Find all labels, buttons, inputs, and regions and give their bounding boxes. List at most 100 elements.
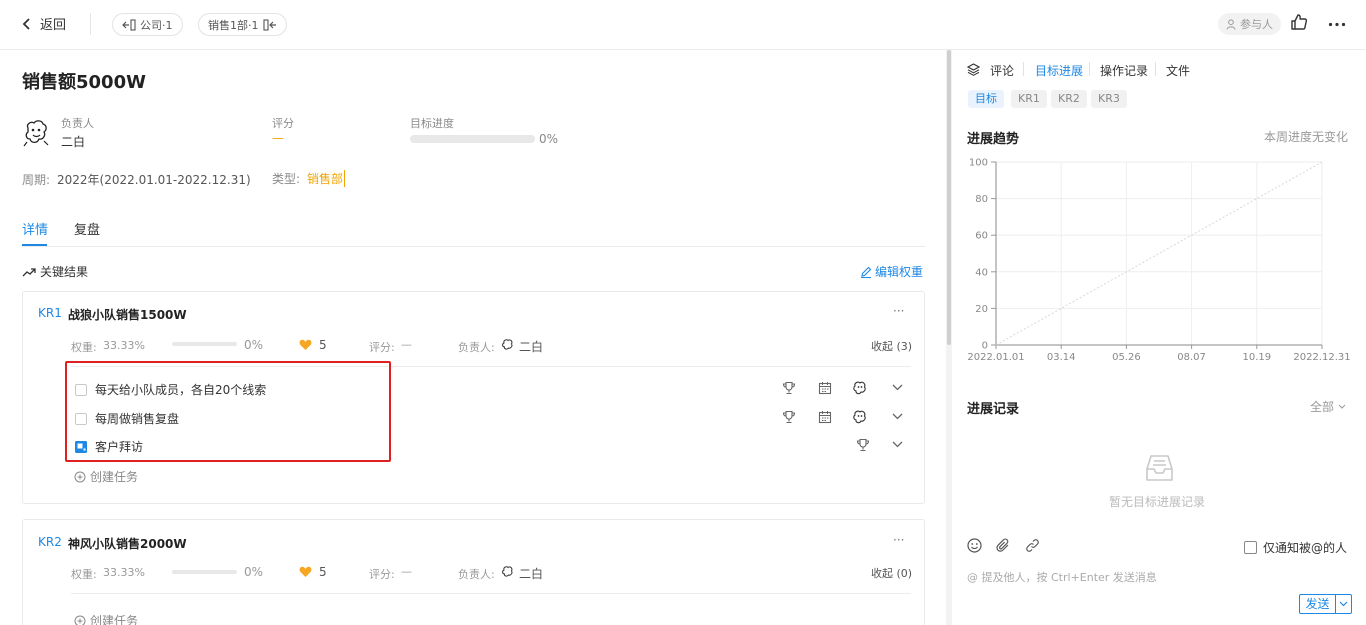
y-tick-label: 0 [982,341,988,352]
chevron-down-icon[interactable] [892,441,903,448]
tab-files[interactable]: 文件 [1166,62,1190,79]
active-tab-indicator [22,244,47,246]
owner-label: 负责人 [61,117,94,130]
heart-icon [299,339,312,350]
layers-icon [967,63,980,76]
scrollbar-thumb[interactable] [947,50,951,345]
chip-kr2[interactable]: KR2 [1051,90,1087,108]
breadcrumb-department-label: 销售1部·1 [208,18,259,32]
kr-like-count: 5 [319,565,327,579]
kr-weight-label: 权重: [71,568,97,581]
divider [1089,62,1090,76]
period-label: 周期: [22,173,51,187]
edit-weight-label: 编辑权重 [875,265,924,279]
trophy-icon[interactable] [782,410,796,424]
owner-name: 二白 [61,135,86,149]
edit-icon [861,266,872,278]
participants-label: 参与人 [1240,18,1273,31]
kr-like-button[interactable]: 5 [299,565,327,579]
create-task-label: 创建任务 [90,614,139,625]
chevron-down-icon[interactable] [892,384,903,391]
tab-comments[interactable]: 评论 [990,62,1014,79]
chevron-down-icon [1338,404,1346,409]
create-task-button[interactable]: 创建任务 [74,468,138,485]
kr-weight-value: 33.33% [103,339,145,352]
key-results-header: 关键结果 [22,263,88,280]
series-line [995,161,1323,346]
kr-more-button[interactable]: ··· [893,304,904,318]
edit-weight-button[interactable]: 编辑权重 [860,263,923,280]
send-button[interactable]: 发送 [1300,595,1336,613]
checkbox[interactable] [1244,541,1257,554]
trend-up-icon [22,267,36,276]
y-tick-label: 60 [975,231,988,242]
tab-details[interactable]: 详情 [22,219,48,238]
objective-progress-value: 0% [539,132,559,146]
kr-owner-name: 二白 [519,340,544,354]
objective-title: 销售额5000W [22,72,146,93]
detail-tabs: 详情 复盘 [22,216,925,247]
avatar-icon [23,120,49,147]
records-filter-dropdown[interactable]: 全部 [1310,398,1346,415]
trophy-icon[interactable] [856,438,870,452]
more-button[interactable] [1328,22,1346,27]
y-tick-label: 80 [975,194,988,205]
type-label: 类型: [272,172,301,186]
trophy-icon[interactable] [782,381,796,395]
assignee-avatar-icon[interactable] [852,409,868,425]
type-value[interactable]: 销售部 [307,170,346,187]
owner-avatar[interactable] [22,118,50,148]
emoji-icon[interactable] [967,538,982,553]
empty-inbox-icon [1146,455,1173,481]
calendar-icon[interactable] [818,381,832,395]
chip-kr1[interactable]: KR1 [1011,90,1047,108]
breadcrumb-company[interactable]: 公司·1 [112,13,183,36]
divider [1155,62,1156,76]
back-button[interactable]: 返回 [22,14,66,33]
create-task-button[interactable]: 创建任务 [74,612,138,625]
kr-title[interactable]: 神风小队销售2000W [68,535,187,552]
x-tick-label: 05.26 [1112,352,1141,363]
score-value: — [272,131,284,145]
kr-progress-bar [172,342,237,346]
user-icon [1226,18,1236,30]
heart-icon [299,566,312,577]
kr-like-button[interactable]: 5 [299,338,327,352]
divider [71,593,911,594]
kr-title[interactable]: 战狼小队销售1500W [68,306,187,323]
link-icon[interactable] [1025,538,1040,553]
tab-operation-log[interactable]: 操作记录 [1100,62,1148,79]
calendar-icon[interactable] [818,410,832,424]
assignee-avatar-icon[interactable] [852,380,868,396]
attachment-icon[interactable] [996,538,1011,553]
kr-collapse-toggle[interactable]: 收起 (3) [871,338,912,354]
tab-review[interactable]: 复盘 [74,219,100,238]
thumbs-up-icon [1291,14,1308,30]
send-options-button[interactable] [1336,595,1351,613]
chevron-left-icon [22,17,30,30]
trend-status: 本周进度无变化 [1264,130,1349,144]
notify-mentioned-checkbox[interactable]: 仅通知被@的人 [1244,539,1347,556]
like-button[interactable] [1290,13,1308,31]
y-tick-label: 20 [975,304,988,315]
breadcrumb-department[interactable]: 销售1部·1 [198,13,287,36]
kr-more-button[interactable]: ··· [893,533,904,547]
highlight-box [65,361,391,462]
chip-kr3[interactable]: KR3 [1091,90,1127,108]
kr-progress-value: 0% [244,338,264,352]
chip-objective[interactable]: 目标 [968,90,1004,108]
kr-weight-value: 33.33% [103,566,145,579]
kr-score-value: — [401,565,412,578]
top-bar: 返回 公司·1 销售1部·1 参与人 [0,0,1366,50]
kr-card: KR2 神风小队销售2000W ··· 权重: 33.33% 0% 5 评分: … [22,519,925,625]
collapse-right-icon [262,18,276,31]
kr-owner-name: 二白 [519,567,544,581]
kr-collapse-toggle[interactable]: 收起 (0) [871,565,912,581]
expand-left-icon [122,18,136,31]
period-value: 2022年(2022.01.01-2022.12.31) [57,173,251,187]
chevron-down-icon[interactable] [892,413,903,420]
comment-input[interactable]: @ 提及他人，按 Ctrl+Enter 发送消息 [967,569,1157,585]
kr-score-label: 评分: [369,341,395,354]
tab-goal-progress[interactable]: 目标进展 [1035,62,1083,79]
participants-button[interactable]: 参与人 [1218,13,1281,35]
